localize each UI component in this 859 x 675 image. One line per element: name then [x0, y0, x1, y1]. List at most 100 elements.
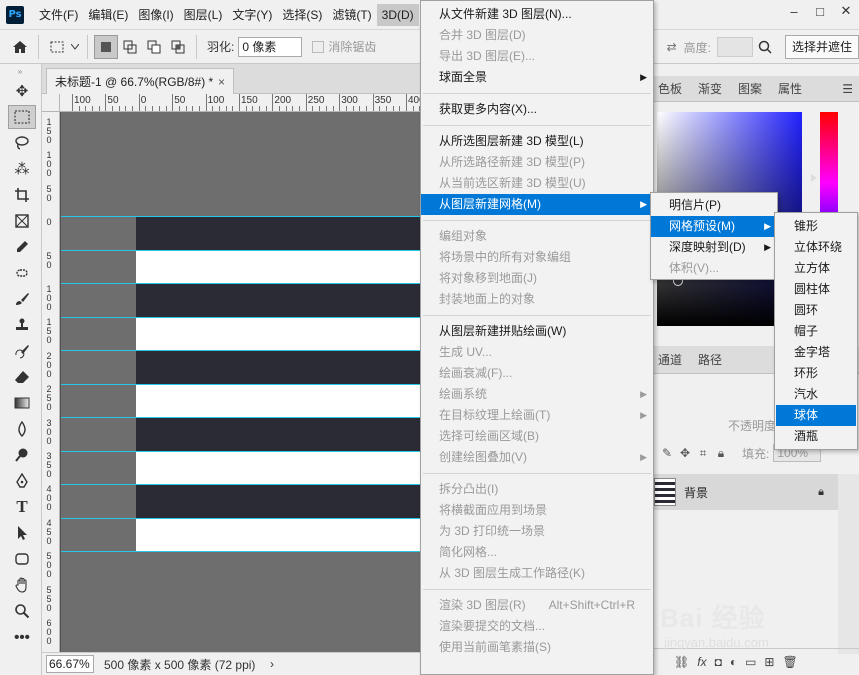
mesh-preset-item-9[interactable]: 球体 [776, 405, 856, 426]
crop-tool-icon[interactable] [8, 183, 36, 207]
gradient-tool-icon[interactable] [8, 391, 36, 415]
mesh-preset-item-7[interactable]: 环形 [776, 363, 856, 384]
tab-patterns[interactable]: 图案 [730, 76, 770, 101]
tab-paths[interactable]: 路径 [690, 346, 730, 374]
menu3d-item-17[interactable]: 从图层新建拼贴绘画(W) [421, 321, 653, 342]
select-and-mask-button[interactable]: 选择并遮住 [784, 35, 859, 59]
height-field[interactable] [716, 37, 753, 57]
blur-tool-icon[interactable] [8, 417, 36, 441]
intersect-selection-icon[interactable] [166, 35, 190, 59]
ruler-corner[interactable] [42, 94, 60, 112]
document-tab[interactable]: 未标题-1 @ 66.7%(RGB/8#) * × [46, 68, 234, 94]
menu-edit[interactable]: 编辑(E) [83, 4, 133, 26]
lock-position-icon[interactable]: ✥ [676, 444, 694, 462]
frame-tool-icon[interactable] [8, 209, 36, 233]
rectangular-marquee-tool-icon[interactable] [8, 105, 36, 129]
chevron-down-icon[interactable] [69, 35, 81, 59]
layer-row-background[interactable]: 背景 🔒︎ [650, 474, 838, 510]
close-icon[interactable]: × [218, 75, 225, 89]
path-selection-tool-icon[interactable] [8, 521, 36, 545]
guide-line[interactable] [61, 216, 420, 217]
type-tool-icon[interactable]: T [8, 495, 36, 519]
subtract-selection-icon[interactable] [142, 35, 166, 59]
lock-all-icon[interactable]: 🔒︎ [712, 444, 730, 462]
guide-line[interactable] [61, 316, 420, 318]
guide-line[interactable] [61, 283, 420, 284]
menu-3d[interactable]: 3D(D) [376, 3, 419, 26]
dodge-tool-icon[interactable] [8, 443, 36, 467]
menu-layer[interactable]: 图层(L) [179, 4, 228, 26]
menu3d-item-0[interactable]: 从文件新建 3D 图层(N)... [421, 4, 653, 25]
lock-icon[interactable]: 🔒︎ [818, 486, 824, 499]
menu3d-item-7[interactable]: 从所选图层新建 3D 模型(L) [421, 131, 653, 152]
canvas-area[interactable] [61, 112, 420, 652]
lock-pixels-icon[interactable]: ✎ [658, 444, 676, 462]
menu3d-item-5[interactable]: 获取更多内容(X)... [421, 99, 653, 120]
feather-input[interactable]: 0 像素 [238, 36, 303, 57]
menu3d-item-10[interactable]: 从图层新建网格(M) ▶ [421, 194, 653, 215]
mesh-preset-item-2[interactable]: 立方体 [776, 258, 856, 279]
marquee-preset-icon[interactable] [45, 35, 69, 59]
history-brush-tool-icon[interactable] [8, 339, 36, 363]
minimize-button[interactable]: – [781, 0, 807, 22]
tab-swatches[interactable]: 色板 [650, 76, 690, 101]
mesh-preset-item-5[interactable]: 帽子 [776, 321, 856, 342]
mesh-submenu-item-1[interactable]: 网格预设(M) ▶ [651, 216, 777, 237]
maximize-button[interactable]: □ [807, 0, 833, 22]
menu-type[interactable]: 文字(Y) [227, 4, 277, 26]
antialias-checkbox[interactable]: 消除锯齿 [312, 38, 376, 55]
add-to-selection-icon[interactable] [118, 35, 142, 59]
chevron-right-icon[interactable]: › [270, 657, 274, 671]
lasso-tool-icon[interactable] [8, 131, 36, 155]
eyedropper-tool-icon[interactable] [8, 235, 36, 259]
mesh-preset-item-10[interactable]: 酒瓶 [776, 426, 856, 447]
mesh-submenu-item-0[interactable]: 明信片(P) [651, 195, 777, 216]
move-tool-icon[interactable]: ✥ [8, 79, 36, 103]
tab-gradients[interactable]: 渐变 [690, 76, 730, 101]
tab-properties[interactable]: 属性 [770, 76, 810, 101]
mesh-preset-item-4[interactable]: 圆环 [776, 300, 856, 321]
guide-line[interactable] [61, 551, 420, 552]
horizontal-ruler[interactable]: 100 50 0 50 100 150 200 250 300 350 400 [60, 94, 420, 112]
mesh-preset-item-1[interactable]: 立体环绕 [776, 237, 856, 258]
clone-stamp-tool-icon[interactable] [8, 313, 36, 337]
zoom-field[interactable]: 66.67% [46, 655, 94, 673]
vertical-ruler[interactable]: 1 5 0 1 0 0 5 0 0 5 0 1 0 0 1 5 0 2 0 0 2 5 0 3 0… [42, 112, 60, 652]
zoom-tool-icon[interactable] [8, 599, 36, 623]
swap-icon[interactable]: ⇄ [660, 35, 684, 59]
mesh-preset-item-6[interactable]: 金字塔 [776, 342, 856, 363]
mesh-preset-item-3[interactable]: 圆柱体 [776, 279, 856, 300]
menu-filter[interactable]: 滤镜(T) [327, 4, 376, 26]
home-icon[interactable] [8, 35, 32, 59]
panel-menu-icon[interactable]: ☰ [842, 82, 853, 96]
eraser-tool-icon[interactable] [8, 365, 36, 389]
magic-wand-tool-icon[interactable]: ⁂ [8, 157, 36, 181]
hand-tool-icon[interactable] [8, 573, 36, 597]
search-icon[interactable] [753, 35, 777, 59]
guide-line[interactable] [61, 383, 420, 385]
guide-line[interactable] [61, 417, 420, 418]
hue-slider-handle[interactable] [811, 174, 817, 182]
close-window-button[interactable]: ✕ [833, 0, 859, 22]
tab-channels[interactable]: 通道 [650, 346, 690, 374]
menu-select[interactable]: 选择(S) [277, 4, 327, 26]
panel-grip-icon[interactable]: » [0, 64, 41, 78]
healing-brush-tool-icon[interactable] [8, 261, 36, 285]
new-selection-icon[interactable] [94, 34, 118, 59]
menu-file[interactable]: 文件(F) [34, 4, 83, 26]
guide-line[interactable] [61, 249, 420, 251]
menu-image[interactable]: 图像(I) [133, 4, 178, 26]
mesh-preset-item-8[interactable]: 汽水 [776, 384, 856, 405]
guide-line[interactable] [61, 450, 420, 452]
guide-line[interactable] [61, 484, 420, 485]
mesh-preset-item-0[interactable]: 锥形 [776, 216, 856, 237]
guide-line[interactable] [61, 350, 420, 351]
pen-tool-icon[interactable] [8, 469, 36, 493]
artboard-icon[interactable]: ⌗ [694, 444, 712, 462]
more-tools-icon[interactable]: ••• [8, 625, 36, 649]
mesh-submenu-item-2[interactable]: 深度映射到(D) ▶ [651, 237, 777, 258]
menu3d-item-3[interactable]: 球面全景 ▶ [421, 67, 653, 88]
rectangle-tool-icon[interactable] [8, 547, 36, 571]
brush-tool-icon[interactable] [8, 287, 36, 311]
guide-line[interactable] [61, 517, 420, 519]
